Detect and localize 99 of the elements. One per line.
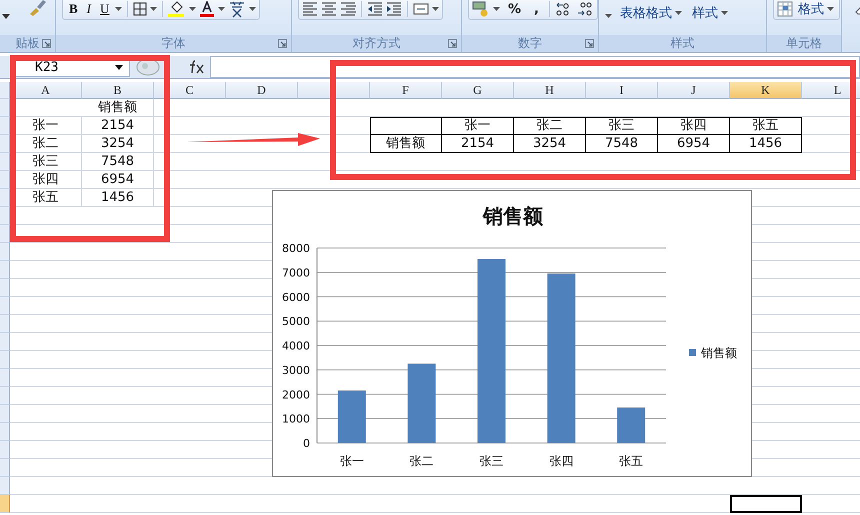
column-header[interactable] [298,82,370,99]
caret-icon[interactable] [189,7,196,11]
table-cell: 7548 [586,135,658,153]
caret-icon[interactable] [218,7,226,11]
table-cell: 1456 [82,189,154,207]
axis-tick-label: 6000 [282,290,310,304]
axis-category-label: 张五 [619,454,644,468]
decrease-indent-icon[interactable] [367,2,383,16]
dialog-launcher-icon[interactable] [278,39,287,48]
caret-icon[interactable] [2,14,10,19]
table-cell: 销售额 [370,135,442,153]
borders-icon[interactable] [133,2,148,16]
table-cell: 2154 [442,135,514,153]
group-label: 贴板 [16,35,40,52]
column-header[interactable]: H [514,82,586,99]
phonetic-guide-icon[interactable] [228,0,246,18]
group-label: 对齐方式 [352,35,400,52]
currency-icon[interactable] [472,1,490,17]
table-cell: 张五 [730,117,802,135]
table-cell: 张一 [10,117,82,135]
table-cell: 张一 [442,117,514,135]
caret-icon[interactable] [432,7,439,11]
axis-tick-label: 4000 [282,340,310,352]
chart-bar [338,390,366,443]
column-header[interactable]: C [154,82,226,99]
table-cell: 销售额 [82,99,154,117]
font-color-icon[interactable] [199,1,216,17]
chart-bar [617,408,646,443]
caret-icon[interactable] [249,7,256,11]
table-cell: 6954 [82,171,154,189]
column-header[interactable]: G [442,82,514,99]
number-format-button[interactable]: , [529,2,544,16]
increase-indent-icon[interactable] [386,2,402,16]
table-cell: 3254 [82,135,154,153]
axis-tick-label: 5000 [282,315,310,328]
group-label: 字体 [162,35,186,52]
knob-icon[interactable] [136,58,160,76]
axis-tick-label: 2000 [282,388,310,402]
decrease-decimal-icon[interactable] [576,1,594,17]
column-header[interactable]: F [370,82,442,99]
axis-category-label: 张二 [410,454,434,468]
styles-dropdown-button[interactable]: 样式 [690,4,730,22]
table-cell: 1456 [730,135,802,153]
format-button[interactable]: B [66,1,81,17]
group-label: 样式 [670,35,694,52]
axis-tick-label: 1000 [282,412,310,426]
table-cell: 3254 [514,135,586,153]
table-cell [370,117,442,135]
cell-format-icon[interactable] [777,1,793,17]
axis-category-label: 张四 [549,454,574,468]
table-cell: 张四 [10,171,82,189]
merge-cells-icon[interactable] [413,2,429,16]
format-button[interactable]: U [97,1,112,17]
group-label: 单元格 [786,35,822,52]
chart-title: 销售额 [483,204,543,228]
column-header[interactable]: L [802,82,860,99]
legend-label: 销售额 [701,346,737,360]
fill-color-icon[interactable] [168,1,186,17]
caret-icon [721,11,728,16]
format-button[interactable]: I [84,1,94,17]
column-header[interactable]: B [82,82,154,99]
align-icon[interactable] [302,2,318,16]
axis-category-label: 张三 [480,454,504,468]
column-header[interactable]: D [226,82,298,99]
styles-dropdown-button[interactable]: 表格格式 [618,4,684,22]
column-header[interactable]: I [586,82,658,99]
table-cell: 7548 [82,153,154,171]
axis-tick-label: 0 [303,437,310,450]
axis-tick-label: 3000 [282,364,310,377]
insert-function-icon[interactable] [188,60,206,74]
group-label: 数字 [518,35,542,52]
dialog-launcher-icon[interactable] [42,39,51,48]
table-cell: 张五 [10,189,82,207]
dialog-launcher-icon[interactable] [585,39,594,48]
axis-tick-label: 8000 [282,242,310,255]
align-icon[interactable] [340,2,356,16]
table-cell: 张四 [658,117,730,135]
table-cell: 张二 [514,117,586,135]
table-cell: 2154 [82,117,154,135]
axis-tick-label: 7000 [282,266,310,280]
column-header[interactable]: J [658,82,730,99]
table-cell: 张三 [586,117,658,135]
table-cell: 6954 [658,135,730,153]
table-cell: 张三 [10,153,82,171]
caret-icon[interactable] [115,64,123,70]
caret-icon [827,7,834,12]
dialog-launcher-icon[interactable] [448,39,457,48]
paintbrush-icon[interactable] [28,0,46,16]
axis-category-label: 张一 [340,454,364,468]
number-format-button[interactable]: % [503,2,526,16]
caret-icon[interactable] [150,7,158,11]
caret-icon[interactable] [605,14,612,18]
caret-icon[interactable] [115,7,122,11]
caret-icon[interactable] [493,7,500,11]
table-cell: 张二 [10,135,82,153]
selected-cell[interactable] [730,495,802,513]
caret-icon [675,11,682,16]
align-icon[interactable] [321,2,337,16]
column-header[interactable]: K [730,82,802,99]
